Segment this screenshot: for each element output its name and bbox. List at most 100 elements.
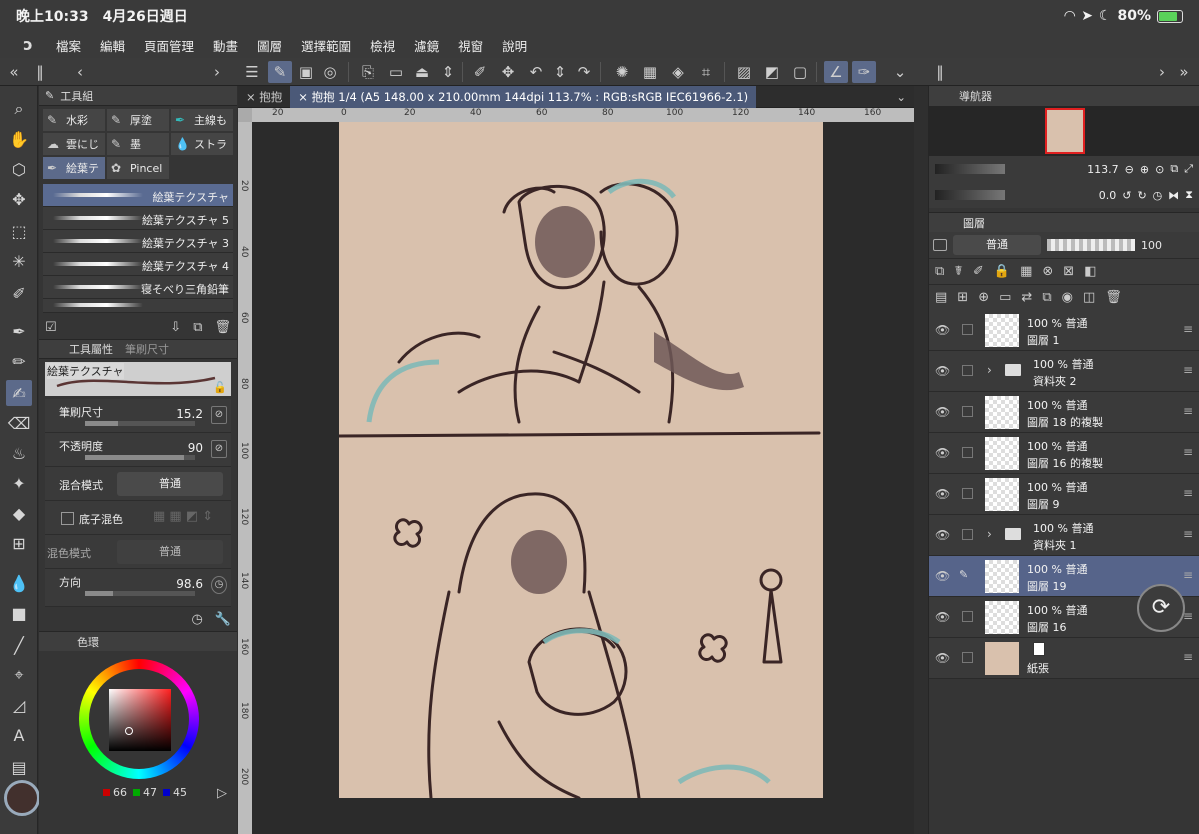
brush-size-slider[interactable] (85, 421, 195, 426)
color-picker-cursor[interactable] (125, 727, 133, 735)
clear-icon[interactable]: ▨ (732, 61, 756, 83)
direction-value[interactable]: 98.6 (176, 577, 203, 591)
wrench-icon[interactable]: 🔧 (215, 612, 231, 627)
magic-wand-icon[interactable]: ✳ (6, 248, 32, 274)
save-icon[interactable]: ⏏ (410, 61, 434, 83)
layer-row[interactable]: 👁 › 100 % 普通 資料夾 1 ≡ (929, 515, 1199, 556)
draft-icon[interactable]: ✐ (973, 264, 984, 279)
eye-icon[interactable]: 👁 (935, 323, 950, 337)
move-icon[interactable]: ✥ (496, 61, 520, 83)
zoom-in-icon[interactable]: ⊕ (1140, 163, 1149, 176)
trash-icon[interactable]: 🗑 (214, 320, 231, 335)
ruler-icon[interactable]: ⊠ (1063, 264, 1074, 279)
eye-icon[interactable]: 👁 (935, 528, 950, 542)
layer-blend-select[interactable]: 普通 (953, 235, 1041, 255)
menu-help[interactable]: 說明 (502, 36, 527, 55)
flip-vertical-icon[interactable]: ⧗ (1185, 188, 1193, 202)
drag-handle-icon[interactable]: ≡ (1183, 527, 1193, 541)
selection-tool-icon[interactable]: ⬚ (6, 218, 32, 244)
lock-icon[interactable]: 🔒 (994, 264, 1010, 279)
subtool-stroke[interactable]: 💧 ストラ (171, 133, 233, 155)
list-item[interactable]: 絵葉テクスチャ 5 (43, 207, 233, 230)
layer-checkbox[interactable] (962, 611, 973, 622)
undo-icon[interactable]: ↶ (524, 61, 548, 83)
menu-layer[interactable]: 圖層 (257, 36, 282, 55)
menu-edit[interactable]: 編輯 (100, 36, 125, 55)
eraser-tool-icon[interactable]: ⌫ (6, 410, 32, 436)
gradient-tool-icon[interactable]: ⊞ (6, 530, 32, 556)
import-icon[interactable]: ⇩ (170, 320, 181, 335)
eyedropper-tool-icon[interactable]: ✐ (6, 280, 32, 306)
crop-icon[interactable]: ⌗ (694, 61, 718, 83)
list-item[interactable] (43, 299, 233, 313)
layer-row[interactable]: 👁 › 100 % 普通 資料夾 2 ≡ (929, 351, 1199, 392)
rotate-value[interactable]: 0.0 (1099, 189, 1117, 202)
eye-icon[interactable]: 👁 (935, 487, 950, 501)
layer-property-icon[interactable]: ▤ (935, 290, 947, 305)
reset-rotate-icon[interactable]: ◷ (1153, 189, 1163, 202)
settings-icon[interactable]: ☑ (45, 320, 57, 335)
list-item[interactable]: 寝そべり三角鉛筆 (43, 276, 233, 299)
rotate-slider[interactable] (935, 190, 1005, 200)
frame-tool-icon[interactable]: ⌖ (6, 662, 32, 688)
loading-icon[interactable]: ✺ (610, 61, 634, 83)
tab-document-1[interactable]: × 抱抱 (238, 86, 290, 108)
panel-grip-icon[interactable]: ‖ (928, 61, 952, 83)
layer-checkbox[interactable] (962, 652, 973, 663)
stepper-icon[interactable]: ⇕ (548, 61, 572, 83)
text-tool-icon[interactable]: A (6, 722, 32, 748)
brush-size-value[interactable]: 15.2 (176, 407, 203, 421)
collapse-icon[interactable]: › (205, 61, 229, 83)
merge-layer-icon[interactable]: ⧉ (1042, 290, 1051, 305)
drag-handle-icon[interactable]: ≡ (1183, 445, 1193, 459)
chevron-right-icon[interactable]: › (987, 527, 992, 541)
eye-icon[interactable]: 👁 (935, 405, 950, 419)
transform-icon[interactable]: ▦ (638, 61, 662, 83)
create-mask-icon[interactable]: ◉ (1062, 290, 1073, 305)
quick-access-icon[interactable]: ✎ (268, 61, 292, 83)
rotate-left-icon[interactable]: ↺ (1122, 189, 1131, 202)
water-tool-icon[interactable]: 💧 (6, 570, 32, 596)
trash-icon[interactable]: 🗑 (1105, 290, 1122, 305)
drag-handle-icon[interactable]: ≡ (1183, 363, 1193, 377)
hamburger-menu-icon[interactable]: ☰ (240, 61, 264, 83)
clip-icon[interactable]: ⧉ (935, 264, 944, 279)
collapse-left-icon[interactable]: « (2, 61, 26, 83)
layer-color-icon[interactable]: ◧ (1084, 264, 1096, 279)
subtool-cloud-blur[interactable]: ☁ 雲にじ (43, 133, 105, 155)
rotate-right-icon[interactable]: ↻ (1137, 189, 1146, 202)
brush-size-tab[interactable]: 筆刷尺寸 (125, 341, 169, 357)
layer-row[interactable]: 👁 100 % 普通 圖層 1 ≡ (929, 310, 1199, 351)
color-blend-select[interactable]: 普通 (117, 540, 223, 564)
eye-icon[interactable]: 👁 (935, 651, 950, 665)
pen-tool-icon[interactable]: ✒ (6, 318, 32, 344)
menu-selection[interactable]: 選擇範圍 (301, 36, 351, 55)
collapse-icon[interactable]: ‹ (68, 61, 92, 83)
drawing-canvas[interactable] (339, 122, 823, 798)
drag-handle-icon[interactable]: ≡ (1183, 322, 1193, 336)
pencil-tool-icon[interactable]: ✏ (6, 348, 32, 374)
play-icon[interactable]: ▷ (217, 786, 227, 801)
fit-page-icon[interactable]: ⧉ (1170, 162, 1178, 176)
navigator-preview[interactable] (929, 106, 1199, 156)
main-color-swatch[interactable] (4, 780, 40, 816)
brush-tool-icon[interactable]: ✍ (6, 380, 32, 406)
tool-property-tab[interactable]: 工具屬性 (69, 341, 113, 357)
brush-stabilizer-icon[interactable]: ✑ (852, 61, 876, 83)
blend-mode-select[interactable]: 普通 (117, 472, 223, 496)
layer-opacity-slider[interactable] (1047, 239, 1135, 251)
subtool-ink[interactable]: ✎ 墨 (107, 133, 169, 155)
fill-icon[interactable]: ◈ (666, 61, 690, 83)
saturation-value-box[interactable] (109, 689, 171, 751)
chevron-right-icon[interactable]: › (987, 363, 992, 377)
expression-color-icon[interactable] (933, 239, 947, 251)
flip-horizontal-icon[interactable]: ⧓ (1168, 189, 1179, 202)
subtool-ehagaki[interactable]: ✒ 絵葉テ (43, 157, 105, 179)
tab-document-2[interactable]: × 抱抱 1/4 (A5 148.00 x 210.00mm 144dpi 11… (290, 85, 757, 108)
list-item[interactable]: 絵葉テクスチャ 4 (43, 253, 233, 276)
apply-mask-icon[interactable]: ◫ (1083, 290, 1095, 305)
direction-slider[interactable] (85, 591, 195, 596)
clock-icon[interactable]: ◷ (191, 612, 202, 627)
opacity-value[interactable]: 90 (188, 441, 203, 455)
open-folder-icon[interactable]: ▭ (384, 61, 408, 83)
